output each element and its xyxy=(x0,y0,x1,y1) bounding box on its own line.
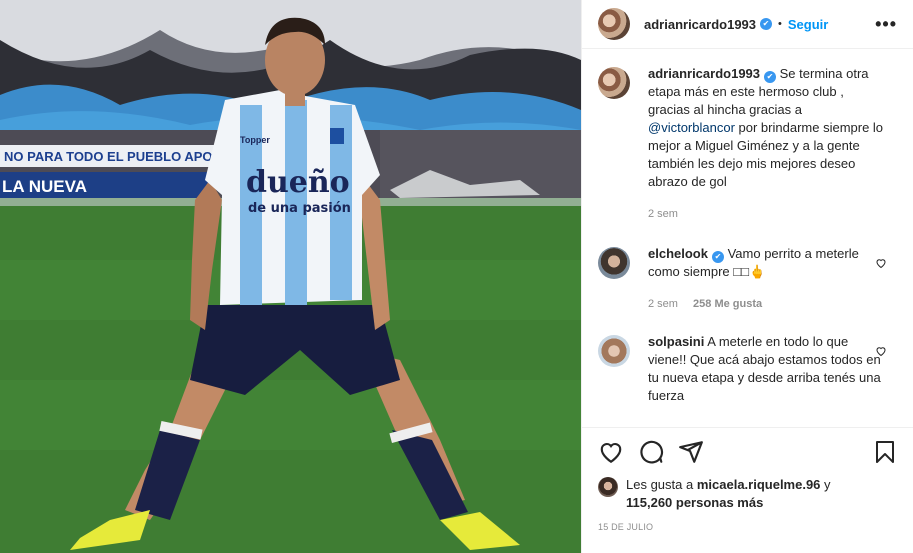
comment-like-heart-icon[interactable] xyxy=(875,257,887,269)
comment-icon[interactable] xyxy=(638,439,664,465)
post-actions: Les gusta a micaela.riquelme.96 y 115,26… xyxy=(582,427,913,553)
avatar[interactable] xyxy=(598,335,630,367)
comment-body: elchelook ✔ Vamo perrito a meterle como s… xyxy=(648,245,888,313)
author-username[interactable]: adrianricardo1993 xyxy=(644,17,756,32)
avatar[interactable] xyxy=(598,8,630,40)
player-photo: NO PARA TODO EL PUEBLO APOSE LA NUEVA du… xyxy=(0,0,581,553)
comment-item: elchelook ✔ Vamo perrito a meterle como s… xyxy=(598,245,897,313)
post-date[interactable]: 15 DE JULIO xyxy=(598,522,897,532)
verified-badge-icon: ✔ xyxy=(764,71,777,83)
avatar[interactable] xyxy=(598,67,630,99)
jersey-subtext: de una pasión xyxy=(248,201,351,216)
follow-button[interactable]: Seguir xyxy=(788,17,828,32)
banner-text: NO PARA TODO EL PUEBLO APOSE xyxy=(4,149,230,164)
comment-likes[interactable]: 258 Me gusta xyxy=(693,298,762,310)
caption-time[interactable]: 2 sem xyxy=(648,208,678,220)
post-header: adrianricardo1993 ✔ • Seguir ••• xyxy=(582,0,913,49)
comment-meta: 2 sem 258 Me gusta xyxy=(648,295,888,313)
verified-badge-icon: ✔ xyxy=(711,251,724,263)
comments-list[interactable]: adrianricardo1993 ✔ Se termina otra etapa… xyxy=(582,49,913,427)
comment-like-heart-icon[interactable] xyxy=(875,345,887,357)
liker-username[interactable]: micaela.riquelme.96 xyxy=(697,477,821,492)
likes-count[interactable]: 115,260 personas más xyxy=(626,495,763,510)
post-dialog: NO PARA TODO EL PUEBLO APOSE LA NUEVA du… xyxy=(0,0,913,553)
action-icons xyxy=(598,428,897,476)
caption-body: adrianricardo1993 ✔ Se termina otra etapa… xyxy=(648,65,888,223)
share-icon[interactable] xyxy=(678,439,704,465)
comment-item: solpasini A meterle en todo lo que viene… xyxy=(598,333,897,405)
caption: adrianricardo1993 ✔ Se termina otra etapa… xyxy=(598,65,897,223)
post-photo[interactable]: NO PARA TODO EL PUEBLO APOSE LA NUEVA du… xyxy=(0,0,581,553)
caption-meta: 2 sem xyxy=(648,205,888,223)
avatar[interactable] xyxy=(598,247,630,279)
jersey-sponsor: Topper xyxy=(240,135,270,145)
likes-prefix: Les gusta a xyxy=(626,477,694,492)
mention-link[interactable]: @victorblancor xyxy=(648,120,735,135)
caption-username[interactable]: adrianricardo1993 xyxy=(648,66,760,81)
heart-icon[interactable] xyxy=(598,439,624,465)
post-side-panel: adrianricardo1993 ✔ • Seguir ••• adrianr… xyxy=(581,0,913,553)
banner-text-2: LA NUEVA xyxy=(2,177,87,196)
separator-dot: • xyxy=(778,18,782,30)
likes-mid: y xyxy=(824,477,831,492)
bookmark-icon[interactable] xyxy=(873,439,897,465)
more-options-icon[interactable]: ••• xyxy=(875,14,897,35)
comment-time[interactable]: 2 sem xyxy=(648,298,678,310)
likes-text: Les gusta a micaela.riquelme.96 y 115,26… xyxy=(626,476,831,512)
verified-badge-icon: ✔ xyxy=(760,18,773,30)
comment-username[interactable]: elchelook xyxy=(648,246,708,261)
liker-avatar[interactable] xyxy=(598,477,618,497)
comment-body: solpasini A meterle en todo lo que viene… xyxy=(648,333,888,405)
likes-summary: Les gusta a micaela.riquelme.96 y 115,26… xyxy=(598,476,897,512)
comment-username[interactable]: solpasini xyxy=(648,334,704,349)
jersey-text: dueño xyxy=(246,165,350,200)
